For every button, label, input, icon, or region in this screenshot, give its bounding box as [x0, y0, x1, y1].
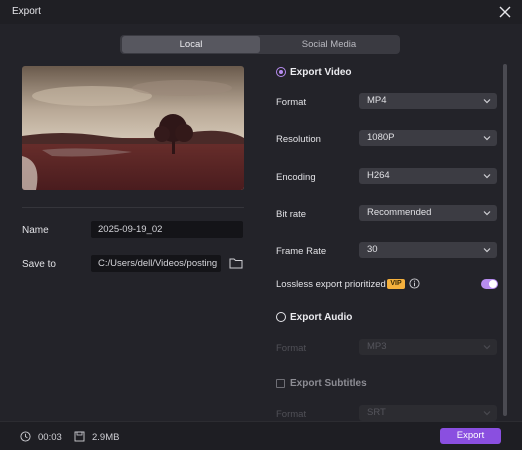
- save-path-input[interactable]: C:/Users/dell/Videos/posting: [91, 255, 221, 272]
- export-subtitles-title: Export Subtitles: [290, 378, 367, 389]
- bit-rate-value: Recommended: [367, 207, 432, 218]
- audio-format-label: Format: [276, 343, 307, 354]
- frame-rate-value: 30: [367, 244, 378, 255]
- footer-bar: 00:03 2.9MB Export: [0, 421, 522, 450]
- resolution-select[interactable]: 1080P: [359, 130, 497, 146]
- file-size-text: 2.9MB: [92, 432, 120, 443]
- subtitle-format-select[interactable]: SRT: [359, 405, 497, 421]
- encoding-label: Encoding: [276, 172, 316, 183]
- bit-rate-label: Bit rate: [276, 209, 307, 220]
- export-video-title: Export Video: [290, 67, 352, 78]
- encoding-select[interactable]: H264: [359, 168, 497, 184]
- resolution-label: Resolution: [276, 134, 321, 145]
- name-label: Name: [22, 225, 49, 236]
- chevron-down-icon: [483, 248, 491, 253]
- resolution-value: 1080P: [367, 132, 395, 143]
- window-title: Export: [12, 6, 41, 17]
- chevron-down-icon: [483, 136, 491, 141]
- frame-rate-select[interactable]: 30: [359, 242, 497, 258]
- chevron-down-icon: [483, 345, 491, 350]
- frame-rate-label: Frame Rate: [276, 246, 327, 257]
- bit-rate-select[interactable]: Recommended: [359, 205, 497, 221]
- format-label: Format: [276, 97, 307, 108]
- export-subtitles-checkbox[interactable]: [276, 379, 285, 388]
- format-value: MP4: [367, 95, 387, 106]
- file-size-icon: [74, 431, 85, 442]
- export-video-radio[interactable]: [276, 67, 286, 77]
- export-button[interactable]: Export: [440, 428, 501, 444]
- export-tabs: Local Social Media: [120, 35, 400, 54]
- close-icon[interactable]: [498, 5, 512, 19]
- save-to-label: Save to: [22, 259, 56, 270]
- tab-social-media[interactable]: Social Media: [260, 36, 398, 53]
- export-audio-radio[interactable]: [276, 312, 286, 322]
- video-preview-thumbnail: [22, 66, 244, 190]
- audio-format-select[interactable]: MP3: [359, 339, 497, 355]
- info-icon[interactable]: [409, 278, 420, 289]
- encoding-value: H264: [367, 170, 390, 181]
- subtitle-format-value: SRT: [367, 407, 386, 418]
- folder-icon[interactable]: [229, 257, 243, 269]
- name-input[interactable]: 2025-09-19_02: [91, 221, 243, 238]
- clock-icon: [20, 431, 31, 442]
- chevron-down-icon: [483, 99, 491, 104]
- format-select[interactable]: MP4: [359, 93, 497, 109]
- chevron-down-icon: [483, 411, 491, 416]
- tab-local[interactable]: Local: [122, 36, 260, 53]
- export-audio-title: Export Audio: [290, 312, 353, 323]
- audio-format-value: MP3: [367, 341, 387, 352]
- vip-badge: VIP: [387, 279, 405, 289]
- duration-text: 00:03: [38, 432, 62, 443]
- settings-scrollbar[interactable]: [503, 64, 507, 416]
- subtitle-format-label: Format: [276, 409, 307, 420]
- chevron-down-icon: [483, 174, 491, 179]
- lossless-toggle[interactable]: [481, 279, 498, 289]
- chevron-down-icon: [483, 211, 491, 216]
- lossless-label: Lossless export prioritized: [276, 279, 386, 290]
- left-divider: [22, 207, 244, 208]
- title-bar: Export: [0, 0, 522, 24]
